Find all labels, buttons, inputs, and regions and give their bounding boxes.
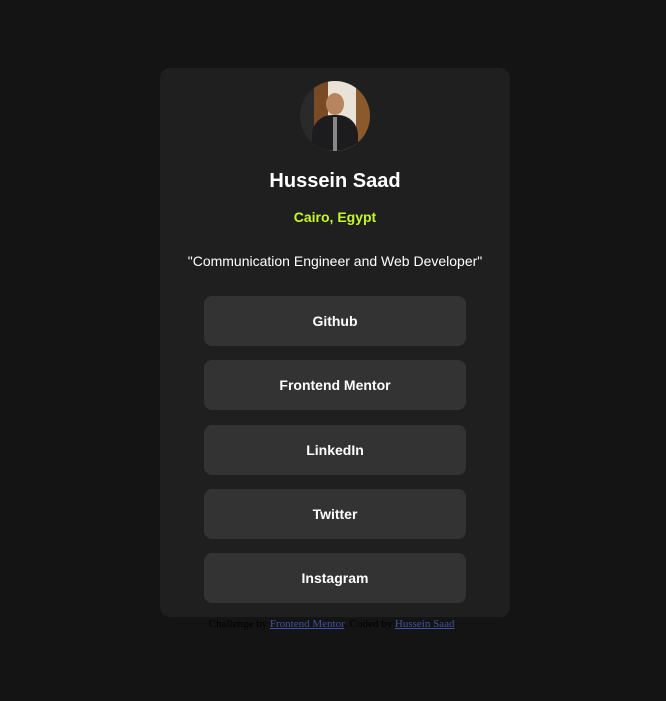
instagram-link-button[interactable]: Instagram [204,553,466,603]
avatar [300,81,370,151]
profile-bio: "Communication Engineer and Web Develope… [187,253,483,269]
author-attribution-link[interactable]: Hussein Saad [395,618,455,630]
attribution: Challenge by Frontend Mentor. Coded by H… [0,618,666,630]
attribution-middle: . Coded by [344,618,393,630]
linkedin-link-button[interactable]: LinkedIn [204,425,466,475]
attribution-suffix: . [454,618,458,630]
profile-card: Hussein Saad Cairo, Egypt "Communication… [160,68,510,617]
frontend-mentor-link-button[interactable]: Frontend Mentor [204,360,466,410]
twitter-link-button[interactable]: Twitter [204,489,466,539]
github-link-button[interactable]: Github [204,296,466,346]
attribution-prefix: Challenge by [208,618,268,630]
frontend-mentor-attribution-link[interactable]: Frontend Mentor [270,618,344,630]
profile-name: Hussein Saad [269,170,401,192]
profile-location: Cairo, Egypt [293,209,377,225]
